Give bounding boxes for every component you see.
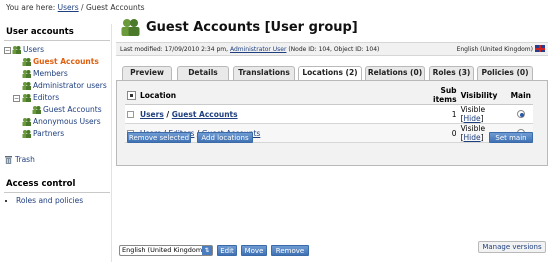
row-checkbox-cell [125, 104, 138, 124]
sidebar-divider [111, 24, 112, 262]
tree-label-partners[interactable]: Partners [33, 129, 64, 138]
tree-node-editors-guest-accounts[interactable]: Guest Accounts [4, 104, 110, 116]
tab-details[interactable]: Details [177, 66, 229, 80]
locations-panel: Location Sub items Visibility Main Users… [116, 80, 548, 166]
visibility-status: Visible [460, 105, 486, 114]
sidebar: User accounts − Users Guest Accounts Mem… [4, 24, 110, 205]
user-group-icon [32, 105, 41, 114]
tree-label-administrator-users[interactable]: Administrator users [33, 81, 107, 90]
meta-user-link[interactable]: Administrator User [230, 46, 286, 53]
user-tree: − Users Guest Accounts Members Administr… [4, 44, 110, 140]
tree-node-editors[interactable]: − Editors [4, 92, 110, 104]
access-control-section: Access control Roles and policies [4, 176, 110, 205]
user-group-icon [22, 81, 31, 90]
language-select[interactable]: English (United Kingdom) ⇅ [119, 245, 213, 256]
tab-policies[interactable]: Policies (0) [477, 66, 533, 80]
user-group-icon [22, 93, 31, 102]
manage-versions-button[interactable]: Manage versions [478, 241, 546, 253]
main-header: Main [508, 86, 533, 105]
main-content: Guest Accounts [User group] Last modifie… [116, 14, 548, 166]
tree-node-users[interactable]: − Users [4, 44, 110, 56]
sidebar-divider-line [4, 40, 110, 41]
location-path: Users / Guest Accounts [138, 104, 415, 124]
move-button[interactable]: Move [241, 245, 267, 256]
user-group-icon [22, 129, 31, 138]
language-label: English (United Kingdom) [456, 46, 533, 53]
roles-and-policies-link[interactable]: Roles and policies [16, 196, 83, 205]
breadcrumb-link-users[interactable]: Users [58, 3, 79, 12]
page-header: Guest Accounts [User group] [116, 14, 548, 42]
main-cell [508, 104, 533, 124]
tree-node-partners[interactable]: Partners [4, 128, 110, 140]
uk-flag-icon [535, 45, 545, 52]
tree-label-editors-guest-accounts[interactable]: Guest Accounts [43, 105, 102, 114]
table-row: Users / Guest Accounts 1 Visible [Hide] [125, 104, 533, 124]
tab-translations[interactable]: Translations (1) [233, 66, 295, 89]
user-group-icon [22, 69, 31, 78]
meta-bar: Last modified: 17/09/2010 2:34 pm, Admin… [116, 42, 548, 56]
tree-node-members[interactable]: Members [4, 68, 110, 80]
sub-items-count: 1 [414, 104, 459, 124]
visibility-cell: Visible [Hide] [458, 104, 509, 124]
visibility-status: Visible [460, 124, 486, 133]
select-all-header [125, 86, 138, 105]
access-control-title: Access control [6, 179, 76, 189]
path-link-users[interactable]: Users [140, 110, 164, 119]
tree-label-members[interactable]: Members [33, 69, 68, 78]
select-arrow-icon: ⇅ [202, 246, 212, 255]
visibility-header: Visibility [458, 86, 509, 105]
path-link-guest-accounts[interactable]: Guest Accounts [172, 110, 238, 119]
access-control-divider [4, 192, 110, 193]
user-group-large-icon [120, 17, 140, 39]
tab-locations[interactable]: Locations (2) [298, 66, 362, 81]
collapse-icon[interactable]: − [4, 47, 11, 54]
tree-label-anonymous-users[interactable]: Anonymous Users [33, 117, 101, 126]
trash-icon [4, 155, 13, 164]
tree-node-guest-accounts[interactable]: Guest Accounts [4, 56, 110, 68]
meta-prefix: Last modified: 17/09/2010 2:34 pm, [120, 46, 230, 53]
location-header: Location [138, 86, 415, 105]
hide-link[interactable]: Hide [464, 114, 481, 123]
add-locations-button[interactable]: Add locations [197, 132, 253, 143]
tab-roles[interactable]: Roles (3) [429, 66, 474, 80]
invert-selection-icon[interactable] [127, 90, 136, 100]
tree-node-administrator-users[interactable]: Administrator users [4, 80, 110, 92]
tab-bar: Preview Details Translations (1) Locatio… [116, 66, 548, 89]
tree-label-guest-accounts[interactable]: Guest Accounts [33, 57, 99, 66]
sub-items-header: Sub items [414, 86, 459, 105]
meta-suffix: (Node ID: 104, Object ID: 104) [286, 46, 380, 53]
user-group-icon [22, 57, 31, 66]
tree-node-anonymous-users[interactable]: Anonymous Users [4, 116, 110, 128]
access-control-list: Roles and policies [4, 196, 110, 205]
trash-label[interactable]: Trash [15, 155, 35, 164]
breadcrumb-prefix: You are here: [6, 3, 56, 12]
collapse-icon[interactable]: − [13, 95, 20, 102]
tab-relations[interactable]: Relations (0) [365, 66, 425, 80]
breadcrumb: You are here: Users / Guest Accounts [6, 3, 145, 12]
page-title: Guest Accounts [User group] [146, 20, 358, 35]
tab-preview[interactable]: Preview [122, 66, 172, 80]
main-location-radio[interactable] [516, 109, 525, 118]
hide-link[interactable]: Hide [464, 133, 481, 142]
access-control-item: Roles and policies [16, 196, 110, 205]
language-indicator: English (United Kingdom) [457, 43, 545, 56]
trash-link[interactable]: Trash [4, 154, 110, 166]
sub-items-count: 0 [414, 123, 459, 143]
tree-label-users[interactable]: Users [23, 45, 44, 54]
tree-label-editors[interactable]: Editors [33, 93, 59, 102]
breadcrumb-separator: / [78, 3, 86, 12]
edit-button[interactable]: Edit [217, 245, 237, 256]
table-header-row: Location Sub items Visibility Main [125, 86, 533, 105]
user-group-icon [22, 117, 31, 126]
set-main-button[interactable]: Set main [489, 132, 533, 143]
sidebar-title: User accounts [6, 27, 74, 37]
row-checkbox[interactable] [127, 110, 134, 118]
language-select-value: English (United Kingdom) [122, 246, 205, 254]
remove-selected-button[interactable]: Remove selected [127, 132, 191, 143]
breadcrumb-current: Guest Accounts [85, 3, 145, 12]
user-group-icon [12, 45, 21, 54]
remove-button[interactable]: Remove [271, 245, 309, 256]
